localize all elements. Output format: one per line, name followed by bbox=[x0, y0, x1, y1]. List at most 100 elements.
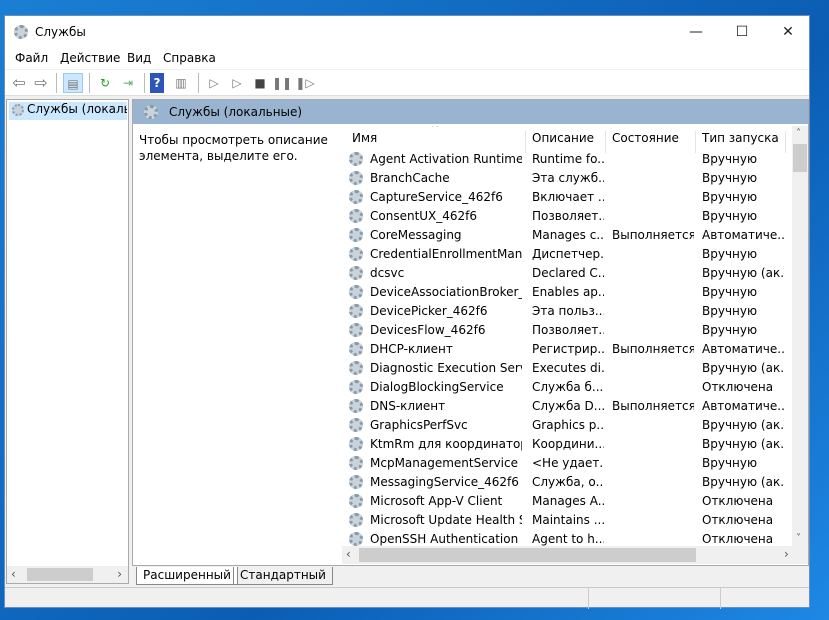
service-name: Diagnostic Execution Service bbox=[370, 361, 522, 375]
service-name: BranchCache bbox=[370, 171, 450, 185]
service-startup-type: Автоматиче... bbox=[702, 342, 784, 356]
service-description: Служба D... bbox=[532, 399, 604, 413]
table-row[interactable]: CoreMessaging Manages c... Выполняется Авто… bbox=[342, 226, 792, 245]
scroll-thumb[interactable] bbox=[359, 548, 696, 562]
service-startup-type: Отключена bbox=[702, 532, 774, 546]
tree-item-label: Службы (локальные) bbox=[27, 102, 127, 116]
services-gear-icon bbox=[14, 25, 28, 39]
service-gear-icon bbox=[349, 266, 363, 280]
table-row[interactable]: DevicesFlow_462f6 Позволяет... Вручную bbox=[342, 321, 792, 340]
refresh-icon[interactable]: ↻ bbox=[95, 73, 115, 93]
service-name: DHCP-клиент bbox=[370, 342, 453, 356]
console-tree: Службы (локальные) ‹ › bbox=[6, 99, 129, 584]
scroll-left-icon[interactable]: ‹ bbox=[11, 567, 16, 581]
service-description: Эта служб... bbox=[532, 171, 604, 185]
table-row[interactable]: OpenSSH Authentication A... Agent to h...… bbox=[342, 530, 792, 546]
service-gear-icon bbox=[349, 190, 363, 204]
tab-extended[interactable]: Расширенный bbox=[136, 567, 238, 585]
title-bar: Службы — ☐ ✕ bbox=[5, 16, 809, 48]
stop-service-icon[interactable]: ■ bbox=[250, 73, 270, 93]
service-gear-icon bbox=[349, 209, 363, 223]
table-row[interactable]: KtmRm для координатора ... Координи... Вру… bbox=[342, 435, 792, 454]
resume-service-icon[interactable]: ❚▷ bbox=[295, 73, 315, 93]
service-startup-type: Автоматиче... bbox=[702, 228, 784, 242]
service-description: Maintains ... bbox=[532, 513, 604, 527]
service-gear-icon bbox=[349, 532, 363, 546]
column-description[interactable]: Описание bbox=[532, 131, 594, 145]
table-row[interactable]: MessagingService_462f6 Служба, о... Вручну… bbox=[342, 473, 792, 492]
service-status: Выполняется bbox=[612, 342, 694, 356]
service-startup-type: Вручную (ак... bbox=[702, 437, 784, 451]
column-name[interactable]: Имя bbox=[352, 131, 377, 145]
sort-ascending-icon: ^ bbox=[431, 126, 440, 134]
tree-horizontal-scrollbar[interactable]: ‹ › bbox=[7, 566, 128, 583]
service-gear-icon bbox=[349, 304, 363, 318]
table-row[interactable]: BranchCache Эта служб... Вручную bbox=[342, 169, 792, 188]
table-row[interactable]: CaptureService_462f6 Включает ... Вручную bbox=[342, 188, 792, 207]
close-button[interactable]: ✕ bbox=[765, 16, 811, 48]
service-name: dcsvc bbox=[370, 266, 405, 280]
table-row[interactable]: Microsoft Update Health Se... Maintains .… bbox=[342, 511, 792, 530]
service-startup-type: Отключена bbox=[702, 494, 774, 508]
table-row[interactable]: DevicePicker_462f6 Эта польз... Вручную bbox=[342, 302, 792, 321]
service-name: Microsoft Update Health Se... bbox=[370, 513, 522, 527]
pause-service-icon[interactable]: ❚❚ bbox=[272, 73, 292, 93]
menu-action[interactable]: Действие bbox=[60, 51, 120, 65]
tree-item-services-local[interactable]: Службы (локальные) bbox=[9, 102, 127, 120]
service-startup-type: Вручную bbox=[702, 304, 758, 318]
maximize-button[interactable]: ☐ bbox=[719, 16, 765, 48]
service-description: Enables ap... bbox=[532, 285, 604, 299]
service-description: Manages A... bbox=[532, 494, 604, 508]
pane-header: Службы (локальные) bbox=[133, 100, 808, 124]
service-startup-type: Вручную bbox=[702, 456, 758, 470]
show-hide-console-tree-icon[interactable]: ▤ bbox=[63, 73, 83, 93]
table-row[interactable]: Diagnostic Execution Service Executes di.… bbox=[342, 359, 792, 378]
service-startup-type: Вручную bbox=[702, 190, 758, 204]
service-name: GraphicsPerfSvc bbox=[370, 418, 468, 432]
back-icon[interactable]: ⇦ bbox=[9, 73, 29, 93]
scroll-right-icon[interactable]: › bbox=[784, 547, 789, 561]
table-row[interactable]: GraphicsPerfSvc Graphics p... Вручную (ак.… bbox=[342, 416, 792, 435]
menu-help[interactable]: Справка bbox=[163, 51, 216, 65]
table-row[interactable]: dcsvc Declared C... Вручную (ак... bbox=[342, 264, 792, 283]
service-gear-icon bbox=[349, 456, 363, 470]
service-startup-type: Вручную (ак... bbox=[702, 475, 784, 489]
scroll-thumb[interactable] bbox=[793, 144, 807, 172]
service-name: DNS-клиент bbox=[370, 399, 446, 413]
table-row[interactable]: CredentialEnrollmentMana... Диспетчер... В… bbox=[342, 245, 792, 264]
service-description: Регистрир... bbox=[532, 342, 604, 356]
service-name: OpenSSH Authentication A... bbox=[370, 532, 522, 546]
service-gear-icon bbox=[349, 361, 363, 375]
menu-file[interactable]: Файл bbox=[15, 51, 48, 65]
table-row[interactable]: Microsoft App-V Client Manages A... Отключ… bbox=[342, 492, 792, 511]
scroll-left-icon[interactable]: ‹ bbox=[346, 547, 351, 561]
scroll-thumb[interactable] bbox=[27, 568, 93, 581]
menu-view[interactable]: Вид bbox=[127, 51, 151, 65]
minimize-button[interactable]: — bbox=[673, 16, 719, 48]
list-vertical-scrollbar[interactable]: ˄ ˅ bbox=[792, 126, 808, 546]
export-list-icon[interactable]: ⇥ bbox=[118, 73, 138, 93]
scroll-right-icon[interactable]: › bbox=[117, 567, 122, 581]
table-row[interactable]: DeviceAssociationBroker_46... Enables ap.… bbox=[342, 283, 792, 302]
properties-pane-icon[interactable]: ▥ bbox=[171, 73, 191, 93]
scroll-down-icon[interactable]: ˅ bbox=[796, 533, 801, 544]
table-row[interactable]: DHCP-клиент Регистрир... Выполняется Автома… bbox=[342, 340, 792, 359]
table-row[interactable]: ConsentUX_462f6 Позволяет... Вручную bbox=[342, 207, 792, 226]
table-row[interactable]: DNS-клиент Служба D... Выполняется Автомати… bbox=[342, 397, 792, 416]
table-row[interactable]: McpManagementService <Не удает... Вручную bbox=[342, 454, 792, 473]
column-startup-type[interactable]: Тип запуска bbox=[702, 131, 779, 145]
column-status[interactable]: Состояние bbox=[612, 131, 679, 145]
table-row[interactable]: DialogBlockingService Служба б... Отключен… bbox=[342, 378, 792, 397]
service-gear-icon bbox=[349, 228, 363, 242]
forward-icon[interactable]: ⇨ bbox=[31, 73, 51, 93]
list-horizontal-scrollbar[interactable]: ‹ › bbox=[342, 546, 808, 564]
tab-standard[interactable]: Стандартный bbox=[233, 567, 333, 585]
start-service-alt-icon[interactable]: ▷ bbox=[227, 73, 247, 93]
table-row[interactable]: Agent Activation Runtime_... Runtime fo..… bbox=[342, 150, 792, 169]
service-description: <Не удает... bbox=[532, 456, 604, 470]
help-icon[interactable]: ? bbox=[150, 73, 164, 93]
start-service-icon[interactable]: ▷ bbox=[204, 73, 224, 93]
service-description: Позволяет... bbox=[532, 209, 604, 223]
service-name: DialogBlockingService bbox=[370, 380, 504, 394]
scroll-up-icon[interactable]: ˄ bbox=[796, 128, 801, 139]
